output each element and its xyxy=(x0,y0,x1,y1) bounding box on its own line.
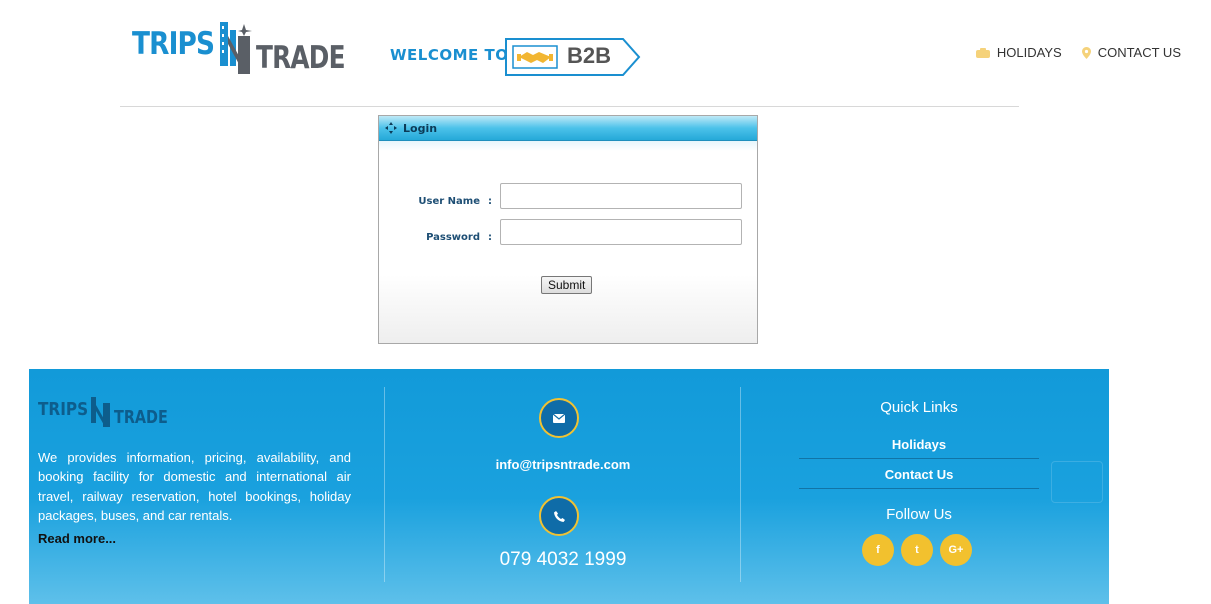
submit-button[interactable]: Submit xyxy=(541,276,593,294)
quick-link-holidays[interactable]: Holidays xyxy=(799,437,1039,459)
quick-link-contact-us[interactable]: Contact Us xyxy=(799,467,1039,489)
site-logo[interactable]: TRIPS TRADE xyxy=(130,18,370,78)
footer-about-text: We provides information, pricing, availa… xyxy=(38,450,351,523)
logo-n-skyline-icon xyxy=(220,22,252,74)
welcome-text: WELCOME TO xyxy=(390,46,509,64)
footer-logo[interactable]: TRIPS TRADE xyxy=(38,395,178,429)
read-more-link[interactable]: Read more... xyxy=(38,531,116,546)
password-label: Password xyxy=(426,232,480,243)
quick-links-title: Quick Links xyxy=(880,399,958,416)
faint-watermark-badge xyxy=(1051,461,1103,503)
username-label: User Name xyxy=(418,196,480,207)
logo-text-trade: TRADE xyxy=(256,40,346,76)
nav-contact-label: CONTACT US xyxy=(1097,45,1181,60)
header-divider xyxy=(120,106,1019,107)
envelope-icon xyxy=(553,413,565,423)
handshake-icon xyxy=(517,52,553,63)
logo-text-trips: TRIPS xyxy=(132,26,215,62)
location-pin-icon xyxy=(1081,46,1091,59)
login-header: Login xyxy=(379,116,757,141)
email-circle xyxy=(539,398,579,438)
nav-contact-us[interactable]: CONTACT US xyxy=(1081,45,1181,60)
footer-logo-trips: TRIPS xyxy=(38,399,89,420)
username-input[interactable] xyxy=(500,183,742,209)
top-nav: HOLIDAYS CONTACT US xyxy=(975,45,1181,60)
login-header-shade xyxy=(379,141,757,151)
follow-us-title: Follow Us xyxy=(886,506,952,523)
phone-icon xyxy=(553,510,565,522)
username-colon: : xyxy=(488,196,492,207)
footer-logo-n-icon xyxy=(91,397,110,427)
footer-logo-trade: TRADE xyxy=(114,407,168,428)
password-input[interactable] xyxy=(500,219,742,245)
footer-email[interactable]: info@tripsntrade.com xyxy=(385,457,741,472)
holiday-icon xyxy=(975,47,990,58)
b2b-label: B2B xyxy=(567,43,612,68)
phone-circle xyxy=(539,496,579,536)
facebook-icon[interactable]: f xyxy=(862,534,894,566)
login-panel: Login User Name : Password : Submit xyxy=(378,115,758,344)
b2b-badge: B2B xyxy=(505,38,641,76)
google-plus-icon[interactable]: G+ xyxy=(940,534,972,566)
twitter-icon[interactable]: t xyxy=(901,534,933,566)
footer: TRIPS TRADE We provides information, pri… xyxy=(29,369,1109,604)
move-arrows-icon xyxy=(385,122,397,134)
nav-holidays[interactable]: HOLIDAYS xyxy=(975,45,1062,60)
password-colon: : xyxy=(488,232,492,243)
login-title: Login xyxy=(403,121,438,135)
nav-holidays-label: HOLIDAYS xyxy=(996,45,1062,60)
footer-phone[interactable]: 079 4032 1999 xyxy=(385,549,741,571)
